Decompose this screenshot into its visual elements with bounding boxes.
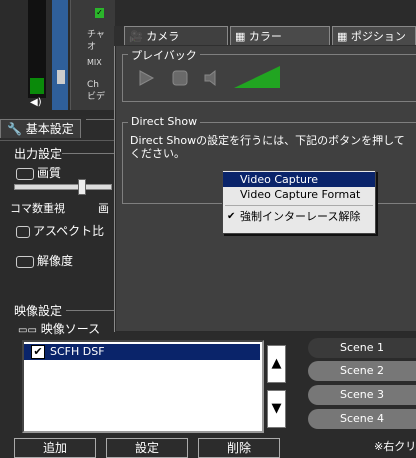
video-source-list[interactable]: ✔ SCFH DSF [22,340,264,433]
direct-show-description: Direct Showの設定を行うには、下記のボタンを押してください。 [130,134,405,160]
speaker-icon[interactable]: ◀) [30,97,42,108]
strip-label-4: Ch [87,80,99,90]
menu-item-video-capture[interactable]: Video Capture [223,172,375,187]
video-settings-divider [66,310,114,311]
move-up-button[interactable]: ▲ [267,345,286,383]
menu-item-label: 強制インターレース解除 [240,210,361,223]
resolution-row: 解像度 [16,252,73,269]
tab-basic-settings[interactable]: 🔧 基本設定 [0,119,81,138]
move-down-button[interactable]: ▼ [267,390,286,428]
video-source-row: ▭▭ 映像ソース [18,320,100,337]
strip-label-2: オ [87,42,97,52]
play-button[interactable] [136,68,158,88]
aspect-icon [16,225,30,238]
direct-show-title: Direct Show [128,115,201,128]
tab-color-label: カラー [248,30,282,43]
tab-color[interactable]: ▦ カラー [230,26,330,45]
strip-label-1: チャ [87,30,105,40]
footer-note: ※右クリ [374,440,416,453]
camera-icon: 🎥 [129,30,143,43]
quality-icon [16,167,34,180]
add-button[interactable]: 追加 [14,438,96,458]
playback-title: プレイバック [128,47,200,63]
quality-label: 画質 [37,166,62,180]
arrow-up-icon: ▲ [271,356,282,371]
strip-label-3: MIX [87,58,102,67]
list-item[interactable]: ✔ SCFH DSF [24,344,260,360]
frame-rate-right-label: 画 [98,202,109,215]
check-icon: ✔ [227,211,236,222]
level-bar [30,78,44,94]
settings-button[interactable]: 設定 [106,438,188,458]
mute-button[interactable] [202,68,224,88]
tab-label: 基本設定 [25,122,74,136]
play-icon [139,70,155,86]
resolution-label: 解像度 [37,254,74,268]
tab-position-label: ポジション [350,30,406,43]
source-checkbox[interactable]: ✔ [31,345,45,359]
section-divider [62,153,114,154]
scene-button-2[interactable]: Scene 2 [308,361,416,381]
speaker-icon [204,69,216,87]
output-settings-title: 出力設定 [14,147,63,161]
grid-icon: ▦ [235,30,246,43]
arrow-down-icon: ▼ [271,401,282,416]
grid-icon: ▦ [337,30,348,43]
scene-button-4[interactable]: Scene 4 [308,409,416,429]
menu-separator [225,205,373,206]
quality-row: 画質 [16,164,61,181]
green-check-icon[interactable]: ✓ [95,8,104,18]
tab-position[interactable]: ▦ ポジション [332,26,416,45]
resolution-icon [16,255,34,268]
context-menu: Video Capture Video Capture Format ✔ 強制イ… [222,170,376,234]
menu-item-force-deinterlace[interactable]: ✔ 強制インターレース解除 [223,209,375,224]
quality-slider-track[interactable] [14,184,112,190]
channel-strip [52,0,68,110]
tab-camera-label: カメラ [146,30,180,43]
frame-rate-row: コマ数重視 [10,200,65,216]
source-name: SCFH DSF [50,345,105,358]
aspect-row: アスペクト比 [16,222,104,239]
tab-camera[interactable]: 🎥 カメラ [124,26,228,45]
wrench-icon: 🔧 [7,122,22,136]
scene-button-1[interactable]: Scene 1 [308,338,416,358]
video-source-label: 映像ソース [40,322,101,336]
scene-button-3[interactable]: Scene 3 [308,385,416,405]
menu-item-video-capture-format[interactable]: Video Capture Format [223,187,375,202]
video-source-icon: ▭▭ [18,325,37,336]
delete-button[interactable]: 削除 [198,438,280,458]
frame-rate-label: コマ数重視 [10,202,65,215]
volume-slider[interactable] [234,66,280,88]
quality-slider-thumb[interactable] [78,179,86,195]
side-toggle[interactable] [57,70,65,84]
stop-icon [172,70,188,86]
aspect-label: アスペクト比 [33,224,105,238]
stop-button[interactable] [169,68,191,88]
strip-label-5: ビデ [87,92,106,102]
video-settings-title: 映像設定 [14,304,63,318]
